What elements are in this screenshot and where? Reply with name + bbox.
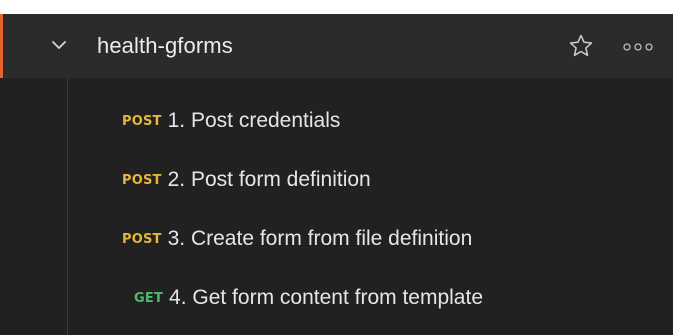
method-badge: POST bbox=[122, 231, 162, 247]
more-options-icon[interactable] bbox=[622, 40, 654, 52]
tree-guide-line bbox=[67, 78, 68, 335]
method-badge: GET bbox=[134, 290, 164, 306]
request-name: 1. Post credentials bbox=[167, 109, 341, 132]
collections-sidebar: health-gforms POST 1. Post credentials P… bbox=[0, 14, 673, 335]
request-item[interactable]: POST 2. Post form definition bbox=[122, 151, 371, 209]
request-item[interactable]: GET 4. Get form content from template bbox=[134, 269, 483, 327]
chevron-down-icon[interactable] bbox=[50, 36, 68, 54]
active-indicator bbox=[0, 14, 3, 78]
method-badge: POST bbox=[122, 113, 162, 129]
collection-header[interactable]: health-gforms bbox=[0, 14, 673, 78]
request-item[interactable]: POST 1. Post credentials bbox=[122, 92, 340, 150]
collection-name[interactable]: health-gforms bbox=[97, 33, 233, 59]
method-badge: POST bbox=[122, 172, 162, 188]
request-name: 3. Create form from file definition bbox=[167, 227, 473, 250]
request-item[interactable]: POST 3. Create form from file definition bbox=[122, 210, 472, 268]
request-name: 4. Get form content from template bbox=[169, 286, 483, 309]
star-icon[interactable] bbox=[568, 33, 594, 59]
request-name: 2. Post form definition bbox=[167, 168, 371, 191]
